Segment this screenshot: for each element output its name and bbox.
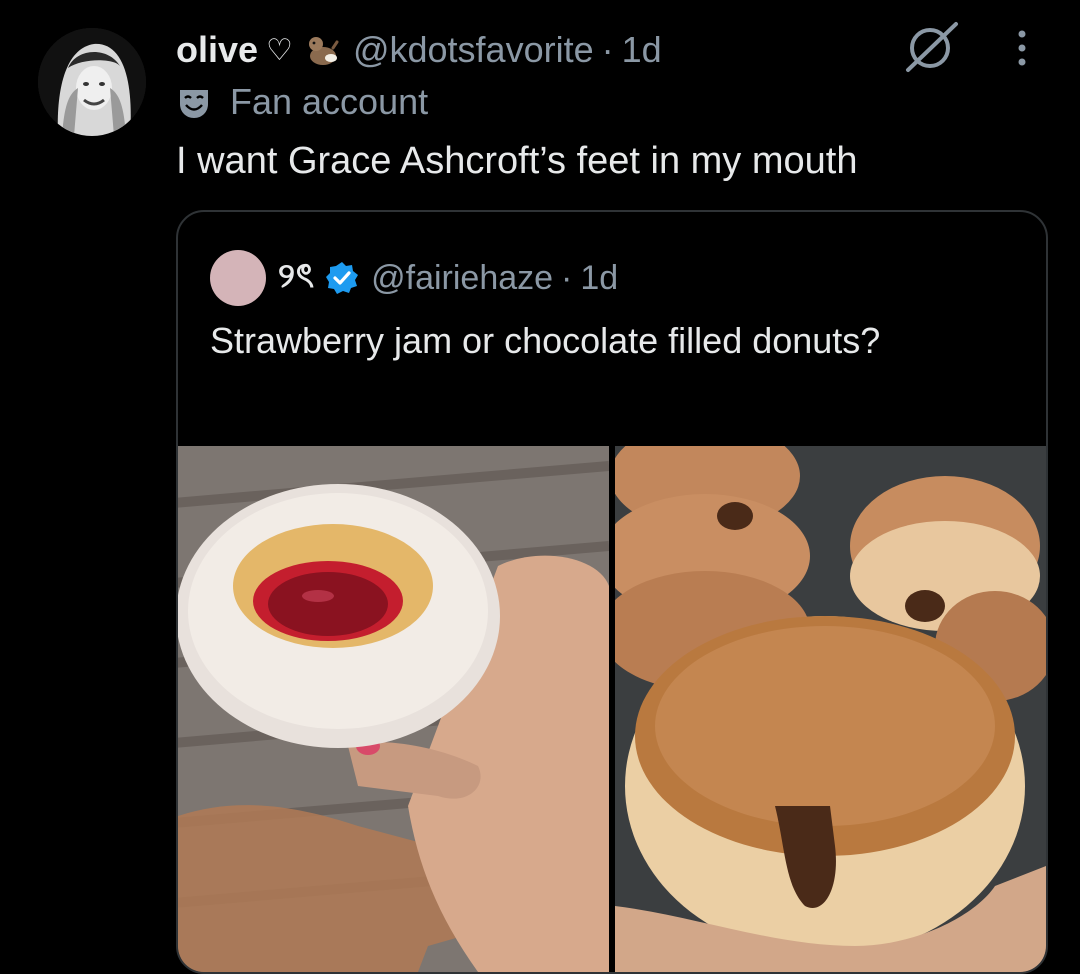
verified-badge-icon [326,262,359,294]
otter-emoji-icon [308,37,339,65]
more-options-icon[interactable] [1010,26,1034,70]
avatar-image [38,28,146,136]
quoted-header: ୨ৎ @fairiehaze · 1d [278,250,618,306]
quoted-text: Strawberry jam or chocolate filled donut… [210,320,881,361]
strawberry-jam-donut-photo[interactable] [178,446,609,972]
quoted-avatar[interactable] [210,250,266,306]
avatar[interactable] [38,28,146,136]
quoted-timestamp[interactable]: 1d [580,259,618,298]
display-name[interactable]: olive [176,29,258,71]
quoted-tweet[interactable]: ୨ৎ @fairiehaze · 1d Strawberry jam or ch… [176,210,1048,974]
quoted-separator-dot: · [561,258,573,297]
separator-dot: · [601,29,614,70]
mask-icon [180,90,208,118]
tweet-text: I want Grace Ashcroft’s feet in my mouth [176,140,858,182]
tweet-header: olive ♡ @kdotsfavorite · 1d [176,26,662,74]
heart-emoji: ♡ [266,33,293,67]
chocolate-filled-donut-photo[interactable] [615,446,1046,972]
quoted-handle[interactable]: @fairiehaze [371,259,553,298]
timestamp[interactable]: 1d [622,29,662,71]
handle[interactable]: @kdotsfavorite [353,29,594,71]
account-label-text: Fan account [230,81,429,122]
quoted-media [178,446,1046,972]
quoted-display-name[interactable]: ୨ৎ [278,250,315,307]
grok-icon[interactable] [900,18,962,74]
account-label[interactable]: Fan account [176,80,428,124]
